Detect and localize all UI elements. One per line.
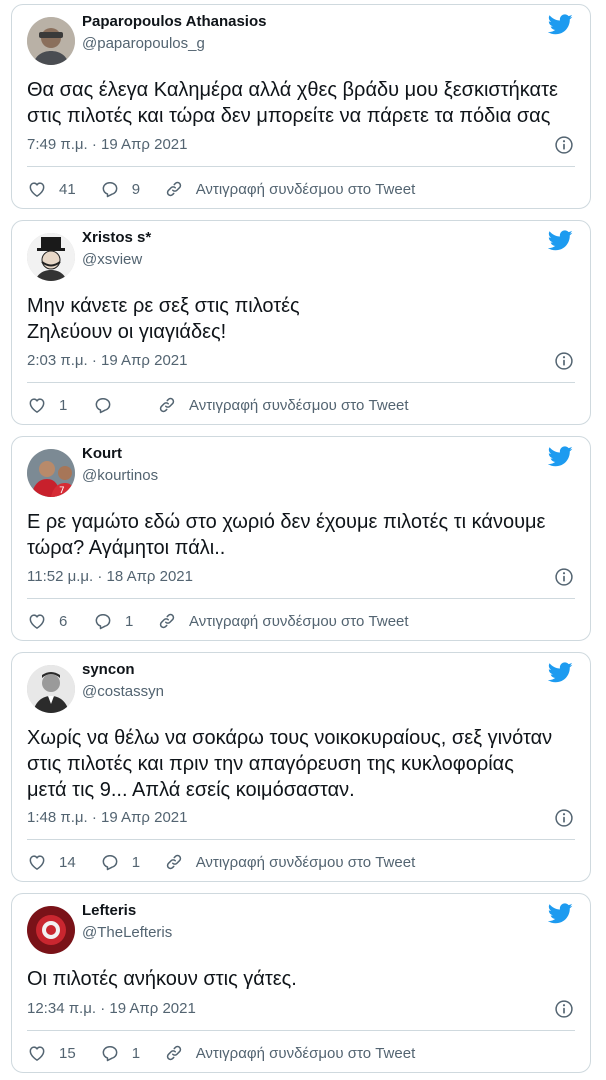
tweet-card[interactable]: Lefteris @TheLefteris Οι πιλοτές ανήκουν… bbox=[11, 893, 591, 1073]
tweet-actions: 14 1 Αντιγραφή συνδέσμου στο Tweet bbox=[27, 850, 575, 874]
divider bbox=[27, 382, 575, 383]
author-handle[interactable]: @costassyn bbox=[82, 683, 164, 700]
avatar[interactable] bbox=[27, 665, 75, 713]
reply-count: 9 bbox=[131, 180, 141, 198]
tweet-timestamp[interactable]: 7:49 π.μ. · 19 Απρ 2021 bbox=[27, 136, 187, 153]
copy-link-button[interactable]: Αντιγραφή συνδέσμου στο Tweet bbox=[164, 1043, 416, 1063]
reply-button[interactable]: 9 bbox=[100, 179, 142, 199]
info-icon[interactable] bbox=[554, 135, 574, 155]
like-count: 6 bbox=[59, 612, 68, 630]
divider bbox=[27, 166, 575, 167]
copy-link-label: Αντιγραφή συνδέσμου στο Tweet bbox=[189, 612, 409, 630]
reply-bubble-icon bbox=[93, 395, 113, 415]
heart-icon bbox=[27, 395, 47, 415]
avatar[interactable] bbox=[27, 906, 75, 954]
tweet-actions: 1 Αντιγραφή συνδέσμου στο Tweet bbox=[27, 393, 575, 417]
twitter-bird-icon[interactable] bbox=[548, 901, 573, 926]
author-name[interactable]: Paparopoulos Athanasios bbox=[82, 13, 266, 30]
author-name[interactable]: Xristos s* bbox=[82, 229, 151, 246]
info-icon[interactable] bbox=[554, 567, 574, 587]
author-handle[interactable]: @kourtinos bbox=[82, 467, 158, 484]
heart-icon bbox=[27, 1043, 47, 1063]
copy-link-button[interactable]: Αντιγραφή συνδέσμου στο Tweet bbox=[164, 852, 416, 872]
reply-bubble-icon bbox=[100, 1043, 120, 1063]
author-handle[interactable]: @TheLefteris bbox=[82, 924, 172, 941]
copy-link-label: Αντιγραφή συνδέσμου στο Tweet bbox=[195, 853, 416, 871]
tweet-text: Μην κάνετε ρε σεξ στις πιλοτές Ζηλεύουν … bbox=[27, 295, 300, 343]
copy-link-button[interactable]: Αντιγραφή συνδέσμου στο Tweet bbox=[157, 611, 409, 631]
tweet-timestamp[interactable]: 11:52 μ.μ. · 18 Απρ 2021 bbox=[27, 568, 193, 585]
avatar[interactable] bbox=[27, 17, 75, 65]
link-icon bbox=[164, 179, 184, 199]
tweet-actions: 15 1 Αντιγραφή συνδέσμου στο Tweet bbox=[27, 1041, 575, 1065]
twitter-bird-icon[interactable] bbox=[548, 444, 573, 469]
heart-icon bbox=[27, 611, 47, 631]
tweet-text: Θα σας έλεγα Καλημέρα αλλά χθες βράδυ μο… bbox=[27, 79, 558, 127]
like-count: 15 bbox=[59, 1044, 76, 1062]
tweet-text: Οι πιλοτές ανήκουν στις γάτες. bbox=[27, 968, 297, 990]
author-handle[interactable]: @paparopoulos_g bbox=[82, 35, 205, 52]
link-icon bbox=[157, 611, 177, 631]
avatar[interactable] bbox=[27, 233, 75, 281]
tweet-card[interactable]: Xristos s* @xsview Μην κάνετε ρε σεξ στι… bbox=[11, 220, 591, 425]
reply-count: 1 bbox=[125, 612, 134, 630]
reply-bubble-icon bbox=[100, 179, 120, 199]
link-icon bbox=[157, 395, 177, 415]
avatar[interactable]: 7 bbox=[27, 449, 75, 497]
tweet-card[interactable]: Paparopoulos Athanasios @paparopoulos_g … bbox=[11, 4, 591, 209]
info-icon[interactable] bbox=[554, 351, 574, 371]
reply-count: 1 bbox=[131, 853, 141, 871]
info-icon[interactable] bbox=[554, 808, 574, 828]
reply-button[interactable]: 1 bbox=[100, 852, 142, 872]
like-button[interactable]: 41 bbox=[27, 179, 76, 199]
twitter-bird-icon[interactable] bbox=[548, 228, 573, 253]
copy-link-button[interactable]: Αντιγραφή συνδέσμου στο Tweet bbox=[164, 179, 416, 199]
author-handle[interactable]: @xsview bbox=[82, 251, 142, 268]
reply-bubble-icon bbox=[93, 611, 113, 631]
tweet-timestamp[interactable]: 1:48 π.μ. · 19 Απρ 2021 bbox=[27, 809, 187, 826]
tweet-timestamp[interactable]: 12:34 π.μ. · 19 Απρ 2021 bbox=[27, 1000, 196, 1017]
like-count: 14 bbox=[59, 853, 76, 871]
like-count: 41 bbox=[59, 180, 76, 198]
tweet-card[interactable]: 7 Kourt @kourtinos Ε ρε γαμώτο εδώ στο χ… bbox=[11, 436, 591, 641]
copy-link-label: Αντιγραφή συνδέσμου στο Tweet bbox=[189, 396, 409, 414]
reply-bubble-icon bbox=[100, 852, 120, 872]
copy-link-button[interactable]: Αντιγραφή συνδέσμου στο Tweet bbox=[157, 395, 409, 415]
like-button[interactable]: 15 bbox=[27, 1043, 76, 1063]
tweet-timestamp[interactable]: 2:03 π.μ. · 19 Απρ 2021 bbox=[27, 352, 187, 369]
svg-text:7: 7 bbox=[59, 486, 65, 496]
reply-button[interactable]: 1 bbox=[93, 611, 135, 631]
like-button[interactable]: 1 bbox=[27, 395, 69, 415]
author-name[interactable]: Kourt bbox=[82, 445, 122, 462]
tweet-card[interactable]: syncon @costassyn Χωρίς να θέλω να σοκάρ… bbox=[11, 652, 591, 882]
twitter-bird-icon[interactable] bbox=[548, 12, 573, 37]
author-name[interactable]: syncon bbox=[82, 661, 135, 678]
heart-icon bbox=[27, 852, 47, 872]
copy-link-label: Αντιγραφή συνδέσμου στο Tweet bbox=[195, 1044, 416, 1062]
copy-link-label: Αντιγραφή συνδέσμου στο Tweet bbox=[195, 180, 416, 198]
divider bbox=[27, 598, 575, 599]
tweet-text: Ε ρε γαμώτο εδώ στο χωριό δεν έχουμε πιλ… bbox=[27, 511, 546, 559]
like-count: 1 bbox=[59, 396, 68, 414]
tweet-actions: 6 1 Αντιγραφή συνδέσμου στο Tweet bbox=[27, 609, 575, 633]
reply-button[interactable]: 1 bbox=[100, 1043, 142, 1063]
divider bbox=[27, 1030, 575, 1031]
reply-button[interactable] bbox=[93, 395, 135, 415]
tweet-actions: 41 9 Αντιγραφή συνδέσμου στο Tweet bbox=[27, 177, 575, 201]
link-icon bbox=[164, 852, 184, 872]
divider bbox=[27, 839, 575, 840]
like-button[interactable]: 14 bbox=[27, 852, 76, 872]
author-name[interactable]: Lefteris bbox=[82, 902, 136, 919]
twitter-bird-icon[interactable] bbox=[548, 660, 573, 685]
like-button[interactable]: 6 bbox=[27, 611, 69, 631]
tweet-text: Χωρίς να θέλω να σοκάρω τους νοικοκυραίο… bbox=[27, 727, 553, 801]
reply-count: 1 bbox=[131, 1044, 141, 1062]
heart-icon bbox=[27, 179, 47, 199]
info-icon[interactable] bbox=[554, 999, 574, 1019]
link-icon bbox=[164, 1043, 184, 1063]
